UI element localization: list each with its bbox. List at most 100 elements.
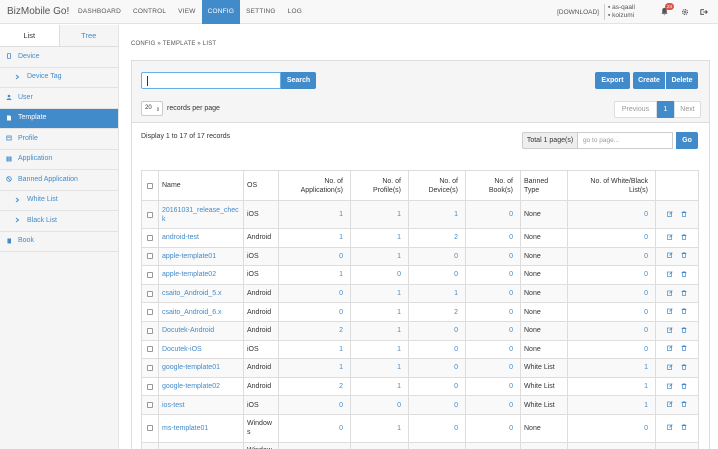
row-name-link[interactable]: google-template02 [158,376,244,397]
row-checkbox[interactable] [147,364,153,371]
row-devices-count[interactable]: 0 [408,265,466,285]
row-lists-count[interactable]: 1 [567,358,656,378]
header-apps[interactable]: No. of Application(s) [278,170,351,201]
sidebar-tab-tree[interactable]: Tree [60,25,119,46]
table-row[interactable]: ios-test iOS 0 0 0 0 White List 1 [141,395,699,415]
row-name-link[interactable]: csaito_Android_6.x [158,302,244,322]
edit-button[interactable] [667,308,673,316]
sidebar-item-template[interactable]: Template [0,108,118,129]
row-profiles-count[interactable]: 1 [350,413,409,443]
delete-row-button[interactable] [681,345,687,353]
row-apps-count[interactable]: 0 [278,283,351,304]
row-select-cell[interactable] [141,265,159,285]
row-devices-count[interactable]: 0 [408,395,466,415]
row-lists-count[interactable]: 0 [567,413,656,443]
delete-row-button[interactable] [681,424,687,432]
edit-button[interactable] [667,345,673,353]
row-name-link[interactable]: Docutek-Android [158,320,244,341]
table-row[interactable]: apple-template02 iOS 1 0 0 0 None 0 [141,265,699,285]
row-books-count[interactable]: 0 [465,358,521,378]
row-devices-count[interactable]: 0 [408,320,466,341]
row-apps-count[interactable]: 1 [278,228,351,248]
row-checkbox[interactable] [147,234,153,241]
row-checkbox[interactable] [147,253,153,260]
table-row[interactable]: Windows [141,441,699,449]
row-name-link[interactable]: apple-template01 [158,246,244,267]
table-row[interactable]: Docutek-Android Android 2 1 0 0 None 0 [141,320,699,341]
table-row[interactable]: ms-template01 Windows 0 1 0 0 None 0 [141,413,699,443]
row-lists-count[interactable]: 0 [567,265,656,285]
table-row[interactable]: android-test Android 1 1 2 0 None 0 [141,228,699,248]
table-row[interactable]: csaito_Android_6.x Android 0 1 2 0 None 0 [141,302,699,322]
header-name[interactable]: Name [158,170,244,201]
row-apps-count[interactable]: 0 [278,246,351,267]
row-checkbox[interactable] [147,425,153,432]
next-page-button[interactable]: Next [674,101,701,118]
delete-row-button[interactable] [681,308,687,316]
row-devices-count[interactable]: 0 [408,413,466,443]
row-devices-count[interactable]: 0 [408,358,466,378]
sidebar-item-device[interactable]: Device [0,47,118,68]
nav-item-config[interactable]: CONFIG [201,0,241,24]
row-name-link[interactable]: csaito_Android_5.x [158,283,244,304]
row-name-link[interactable]: google-template01 [158,358,244,378]
nav-item-log[interactable]: LOG [282,0,308,24]
edit-button[interactable] [667,234,673,242]
row-devices-count[interactable]: 2 [408,302,466,322]
edit-button[interactable] [667,210,673,219]
header-os[interactable]: OS [243,170,279,201]
row-profiles-count[interactable]: 1 [350,376,409,397]
sidebar-item-black-list[interactable]: Black List [0,211,118,232]
sidebar-tab-list[interactable]: List [0,25,60,46]
row-profiles-count[interactable]: 0 [350,395,409,415]
search-button[interactable]: Search [281,72,316,89]
row-lists-count[interactable]: 0 [567,246,656,267]
row-devices-count[interactable]: 0 [408,246,466,267]
sidebar-item-device-tag[interactable]: Device Tag [0,68,118,88]
row-books-count[interactable]: 0 [465,200,521,229]
table-row[interactable]: 20161031_release_check iOS 1 1 1 0 None 0 [141,200,699,229]
row-checkbox[interactable] [147,346,153,353]
row-select-cell[interactable] [141,320,159,341]
row-books-count[interactable]: 0 [465,395,521,415]
row-books-count[interactable]: 0 [465,228,521,248]
table-row[interactable]: google-template01 Android 1 1 0 0 White List 1 [141,358,699,378]
header-profiles[interactable]: No. of Profile(s) [350,170,409,201]
nav-item-setting[interactable]: SETTING [240,0,282,24]
row-checkbox[interactable] [147,383,153,390]
row-select-cell[interactable] [141,413,159,443]
row-books-count[interactable]: 0 [465,265,521,285]
row-apps-count[interactable]: 2 [278,376,351,397]
row-checkbox[interactable] [147,309,153,316]
row-checkbox[interactable] [147,402,153,409]
row-devices-count[interactable]: 0 [408,339,466,360]
row-apps-count[interactable]: 0 [278,395,351,415]
edit-button[interactable] [667,252,673,260]
goto-page-input[interactable]: go to page... [578,132,673,149]
sidebar-item-banned-application[interactable]: Banned Application [0,170,118,191]
delete-row-button[interactable] [681,252,687,260]
delete-row-button[interactable] [681,382,687,391]
row-lists-count[interactable]: 0 [567,283,656,304]
row-name-link[interactable] [158,441,244,449]
row-lists-count[interactable]: 0 [567,339,656,360]
row-select-cell[interactable] [141,376,159,397]
export-button[interactable]: Export [595,72,630,89]
row-apps-count[interactable] [278,441,351,449]
row-lists-count[interactable]: 0 [567,228,656,248]
create-button[interactable]: Create [633,72,665,89]
table-row[interactable]: google-template02 Android 2 1 0 0 White List 1 [141,376,699,397]
row-profiles-count[interactable]: 1 [350,283,409,304]
sidebar-item-application[interactable]: Application [0,150,118,170]
row-select-cell[interactable] [141,395,159,415]
row-profiles-count[interactable] [350,441,409,449]
row-profiles-count[interactable]: 1 [350,302,409,322]
row-lists-count[interactable] [567,441,656,449]
row-select-cell[interactable] [141,228,159,248]
row-checkbox[interactable] [147,327,153,334]
delete-row-button[interactable] [681,364,687,372]
delete-row-button[interactable] [681,401,687,409]
row-books-count[interactable]: 0 [465,246,521,267]
edit-button[interactable] [667,271,673,279]
row-lists-count[interactable]: 0 [567,200,656,229]
